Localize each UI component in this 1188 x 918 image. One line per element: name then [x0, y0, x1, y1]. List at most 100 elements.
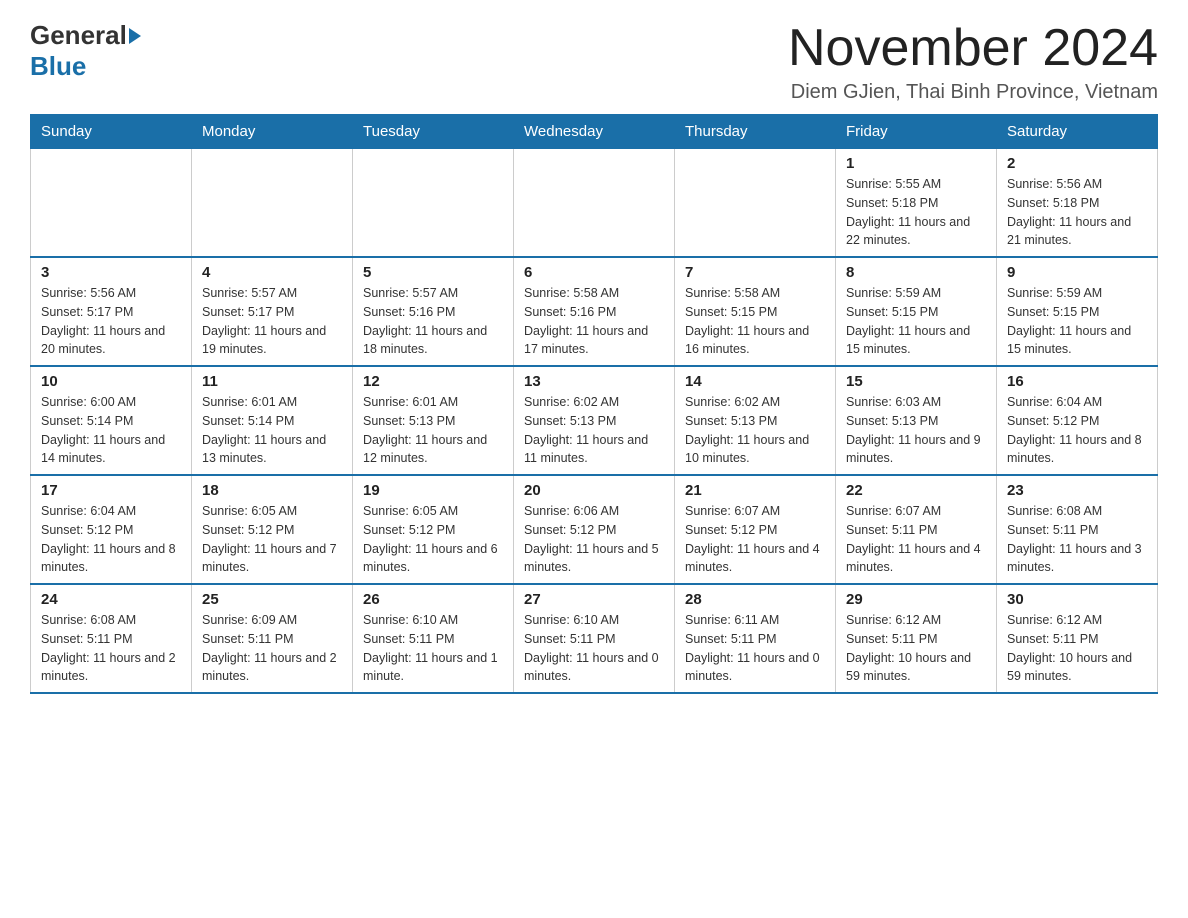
table-row: 10 Sunrise: 6:00 AMSunset: 5:14 PMDayligh…: [31, 366, 192, 475]
day-number: 6: [524, 264, 664, 281]
day-info: Sunrise: 6:04 AMSunset: 5:12 PMDaylight:…: [1007, 393, 1147, 468]
table-row: 17Sunrise: 6:04 AMSunset: 5:12 PMDayligh…: [31, 475, 192, 584]
table-row: 3Sunrise: 5:56 AMSunset: 5:17 PMDaylight…: [31, 257, 192, 366]
calendar-week-1: 1 Sunrise: 5:55 AMSunset: 5:18 PMDaylight…: [31, 149, 1158, 258]
table-row: 20 Sunrise: 6:06 AMSunset: 5:12 PMDayligh…: [514, 475, 675, 584]
day-info: Sunrise: 5:59 AMSunset: 5:15 PMDaylight:…: [1007, 284, 1147, 359]
day-info: Sunrise: 5:56 AMSunset: 5:17 PMDaylight:…: [41, 284, 181, 359]
day-number: 26: [363, 591, 503, 608]
calendar-table: Sunday Monday Tuesday Wednesday Thursday…: [30, 114, 1158, 694]
calendar-header: Sunday Monday Tuesday Wednesday Thursday…: [31, 115, 1158, 149]
day-number: 28: [685, 591, 825, 608]
table-row: 22 Sunrise: 6:07 AMSunset: 5:11 PMDayligh…: [836, 475, 997, 584]
calendar-body: 1 Sunrise: 5:55 AMSunset: 5:18 PMDaylight…: [31, 149, 1158, 694]
table-row: 26 Sunrise: 6:10 AMSunset: 5:11 PMDayligh…: [353, 584, 514, 693]
table-row: 8 Sunrise: 5:59 AMSunset: 5:15 PMDaylight…: [836, 257, 997, 366]
day-info: Sunrise: 6:07 AMSunset: 5:11 PMDaylight:…: [846, 502, 986, 577]
day-info: Sunrise: 5:59 AMSunset: 5:15 PMDaylight:…: [846, 284, 986, 359]
day-number: 27: [524, 591, 664, 608]
day-number: 12: [363, 373, 503, 390]
col-wednesday: Wednesday: [514, 115, 675, 149]
day-number: 25: [202, 591, 342, 608]
page-header: General Blue November 2024 Diem GJien, T…: [30, 20, 1158, 104]
day-number: 16: [1007, 373, 1147, 390]
location-subtitle: Diem GJien, Thai Binh Province, Vietnam: [788, 81, 1158, 104]
day-number: 1: [846, 155, 986, 172]
day-number: 19: [363, 482, 503, 499]
day-info: Sunrise: 6:01 AMSunset: 5:14 PMDaylight:…: [202, 393, 342, 468]
day-number: 17: [41, 482, 181, 499]
day-number: 21: [685, 482, 825, 499]
month-title: November 2024: [788, 20, 1158, 77]
table-row: 13 Sunrise: 6:02 AMSunset: 5:13 PMDayligh…: [514, 366, 675, 475]
table-row: 19Sunrise: 6:05 AMSunset: 5:12 PMDayligh…: [353, 475, 514, 584]
table-row: 6 Sunrise: 5:58 AMSunset: 5:16 PMDaylight…: [514, 257, 675, 366]
day-number: 22: [846, 482, 986, 499]
table-row: 11 Sunrise: 6:01 AMSunset: 5:14 PMDayligh…: [192, 366, 353, 475]
day-info: Sunrise: 6:09 AMSunset: 5:11 PMDaylight:…: [202, 611, 342, 686]
header-row: Sunday Monday Tuesday Wednesday Thursday…: [31, 115, 1158, 149]
table-row: [514, 149, 675, 258]
day-number: 11: [202, 373, 342, 390]
table-row: 9 Sunrise: 5:59 AMSunset: 5:15 PMDaylight…: [997, 257, 1158, 366]
day-info: Sunrise: 6:11 AMSunset: 5:11 PMDaylight:…: [685, 611, 825, 686]
day-number: 9: [1007, 264, 1147, 281]
col-monday: Monday: [192, 115, 353, 149]
day-number: 20: [524, 482, 664, 499]
table-row: 2 Sunrise: 5:56 AMSunset: 5:18 PMDaylight…: [997, 149, 1158, 258]
day-info: Sunrise: 5:58 AMSunset: 5:16 PMDaylight:…: [524, 284, 664, 359]
calendar-week-3: 10 Sunrise: 6:00 AMSunset: 5:14 PMDayligh…: [31, 366, 1158, 475]
day-info: Sunrise: 5:57 AMSunset: 5:17 PMDaylight:…: [202, 284, 342, 359]
day-number: 4: [202, 264, 342, 281]
table-row: 21Sunrise: 6:07 AMSunset: 5:12 PMDayligh…: [675, 475, 836, 584]
day-number: 24: [41, 591, 181, 608]
day-info: Sunrise: 6:08 AMSunset: 5:11 PMDaylight:…: [41, 611, 181, 686]
day-info: Sunrise: 6:08 AMSunset: 5:11 PMDaylight:…: [1007, 502, 1147, 577]
table-row: 23 Sunrise: 6:08 AMSunset: 5:11 PMDayligh…: [997, 475, 1158, 584]
table-row: [675, 149, 836, 258]
day-info: Sunrise: 5:58 AMSunset: 5:15 PMDaylight:…: [685, 284, 825, 359]
day-number: 15: [846, 373, 986, 390]
day-info: Sunrise: 6:00 AMSunset: 5:14 PMDaylight:…: [41, 393, 181, 468]
day-number: 13: [524, 373, 664, 390]
day-number: 30: [1007, 591, 1147, 608]
logo-triangle-icon: [129, 28, 141, 44]
day-info: Sunrise: 5:55 AMSunset: 5:18 PMDaylight:…: [846, 175, 986, 250]
day-info: Sunrise: 6:06 AMSunset: 5:12 PMDaylight:…: [524, 502, 664, 577]
day-info: Sunrise: 6:01 AMSunset: 5:13 PMDaylight:…: [363, 393, 503, 468]
day-number: 23: [1007, 482, 1147, 499]
table-row: 28 Sunrise: 6:11 AMSunset: 5:11 PMDayligh…: [675, 584, 836, 693]
table-row: 18Sunrise: 6:05 AMSunset: 5:12 PMDayligh…: [192, 475, 353, 584]
table-row: 30 Sunrise: 6:12 AMSunset: 5:11 PMDayligh…: [997, 584, 1158, 693]
logo-blue-part: [127, 28, 141, 44]
day-info: Sunrise: 5:56 AMSunset: 5:18 PMDaylight:…: [1007, 175, 1147, 250]
table-row: 1 Sunrise: 5:55 AMSunset: 5:18 PMDaylight…: [836, 149, 997, 258]
table-row: [353, 149, 514, 258]
day-number: 10: [41, 373, 181, 390]
table-row: 25 Sunrise: 6:09 AMSunset: 5:11 PMDayligh…: [192, 584, 353, 693]
table-row: 14Sunrise: 6:02 AMSunset: 5:13 PMDayligh…: [675, 366, 836, 475]
day-number: 5: [363, 264, 503, 281]
table-row: 16 Sunrise: 6:04 AMSunset: 5:12 PMDayligh…: [997, 366, 1158, 475]
col-tuesday: Tuesday: [353, 115, 514, 149]
day-number: 29: [846, 591, 986, 608]
day-info: Sunrise: 6:12 AMSunset: 5:11 PMDaylight:…: [1007, 611, 1147, 686]
table-row: 15 Sunrise: 6:03 AMSunset: 5:13 PMDayligh…: [836, 366, 997, 475]
day-info: Sunrise: 6:12 AMSunset: 5:11 PMDaylight:…: [846, 611, 986, 686]
day-info: Sunrise: 6:10 AMSunset: 5:11 PMDaylight:…: [363, 611, 503, 686]
table-row: [31, 149, 192, 258]
day-info: Sunrise: 6:02 AMSunset: 5:13 PMDaylight:…: [524, 393, 664, 468]
day-number: 2: [1007, 155, 1147, 172]
table-row: 24 Sunrise: 6:08 AMSunset: 5:11 PMDayligh…: [31, 584, 192, 693]
day-info: Sunrise: 5:57 AMSunset: 5:16 PMDaylight:…: [363, 284, 503, 359]
day-info: Sunrise: 6:02 AMSunset: 5:13 PMDaylight:…: [685, 393, 825, 468]
day-number: 8: [846, 264, 986, 281]
calendar-week-2: 3Sunrise: 5:56 AMSunset: 5:17 PMDaylight…: [31, 257, 1158, 366]
day-info: Sunrise: 6:05 AMSunset: 5:12 PMDaylight:…: [202, 502, 342, 577]
table-row: [192, 149, 353, 258]
day-info: Sunrise: 6:03 AMSunset: 5:13 PMDaylight:…: [846, 393, 986, 468]
col-sunday: Sunday: [31, 115, 192, 149]
table-row: 4 Sunrise: 5:57 AMSunset: 5:17 PMDaylight…: [192, 257, 353, 366]
logo-blue-text: Blue: [30, 51, 86, 82]
table-row: 27Sunrise: 6:10 AMSunset: 5:11 PMDayligh…: [514, 584, 675, 693]
